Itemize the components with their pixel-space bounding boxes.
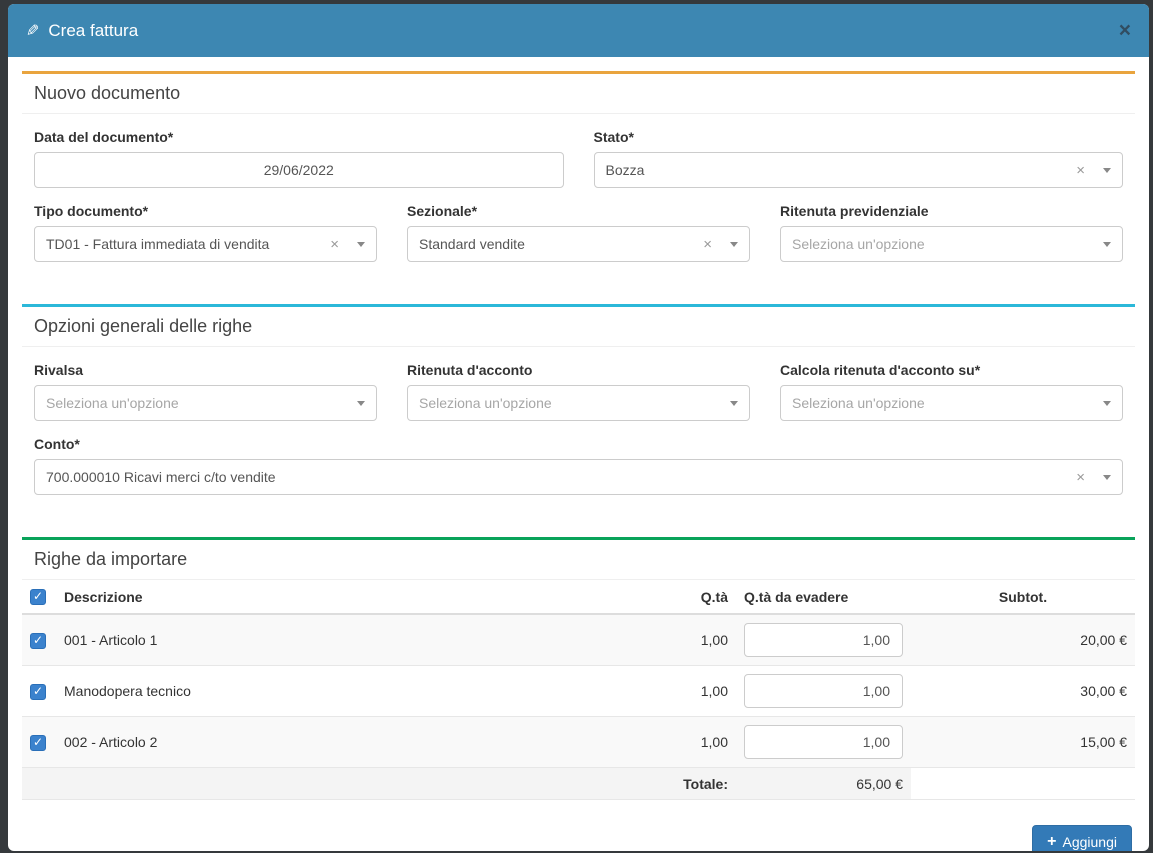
table-row: 001 - Articolo 1 1,00 20,00 €	[22, 614, 1135, 666]
field-rivalsa: Rivalsa Seleziona un'opzione	[34, 362, 377, 421]
conto-select[interactable]: 700.000010 Ricavi merci c/to vendite ×	[34, 459, 1123, 495]
tipo-documento-label: Tipo documento*	[34, 203, 377, 219]
modal-header: ✎ Crea fattura ×	[8, 4, 1149, 57]
clear-icon[interactable]: ×	[1076, 163, 1085, 178]
stato-value: Bozza	[606, 162, 1077, 178]
header-qta: Q.tà	[626, 580, 736, 614]
row-descrizione: 001 - Articolo 1	[56, 614, 626, 666]
ritenuta-previdenziale-label: Ritenuta previdenziale	[780, 203, 1123, 219]
row-descrizione: Manodopera tecnico	[56, 666, 626, 717]
calcola-ritenuta-select[interactable]: Seleziona un'opzione	[780, 385, 1123, 421]
conto-label: Conto*	[34, 436, 1123, 452]
clear-icon[interactable]: ×	[703, 237, 712, 252]
modal-title-text: Crea fattura	[48, 21, 138, 41]
data-documento-input[interactable]	[34, 152, 564, 188]
caret-down-icon[interactable]	[1103, 401, 1111, 406]
sezionale-select[interactable]: Standard vendite ×	[407, 226, 750, 262]
qta-evadere-input[interactable]	[744, 725, 903, 759]
caret-down-icon[interactable]	[1103, 168, 1111, 173]
section-nuovo-documento: Nuovo documento Data del documento* Stat…	[22, 71, 1135, 262]
section-opzioni-generali: Opzioni generali delle righe Rivalsa Sel…	[22, 304, 1135, 495]
clear-icon[interactable]: ×	[1076, 470, 1085, 485]
row-subtot: 15,00 €	[911, 717, 1135, 768]
total-blank-cell	[911, 768, 1135, 800]
rivalsa-select[interactable]: Seleziona un'opzione	[34, 385, 377, 421]
pencil-icon: ✎	[26, 21, 39, 41]
calcola-ritenuta-placeholder: Seleziona un'opzione	[792, 395, 1103, 411]
righe-table: Descrizione Q.tà Q.tà da evadere Subtot.…	[22, 580, 1135, 800]
rivalsa-label: Rivalsa	[34, 362, 377, 378]
section-title-nuovo-documento: Nuovo documento	[22, 74, 1135, 114]
section-title-opzioni-generali: Opzioni generali delle righe	[22, 307, 1135, 347]
field-sezionale: Sezionale* Standard vendite ×	[407, 203, 750, 262]
tipo-documento-select[interactable]: TD01 - Fattura immediata di vendita ×	[34, 226, 377, 262]
caret-down-icon[interactable]	[1103, 242, 1111, 247]
field-stato: Stato* Bozza ×	[594, 129, 1124, 188]
table-row: Manodopera tecnico 1,00 30,00 €	[22, 666, 1135, 717]
crea-fattura-modal: ✎ Crea fattura × Nuovo documento Data de…	[8, 4, 1149, 851]
row-descrizione: 002 - Articolo 2	[56, 717, 626, 768]
data-documento-label: Data del documento*	[34, 129, 564, 145]
field-ritenuta-acconto: Ritenuta d'acconto Seleziona un'opzione	[407, 362, 750, 421]
modal-actions: + Aggiungi	[22, 800, 1135, 851]
header-qta-evadere: Q.tà da evadere	[736, 580, 911, 614]
row-qta: 1,00	[626, 614, 736, 666]
row-checkbox[interactable]	[30, 735, 46, 751]
row-checkbox[interactable]	[30, 684, 46, 700]
select-all-checkbox[interactable]	[30, 589, 46, 605]
field-ritenuta-previdenziale: Ritenuta previdenziale Seleziona un'opzi…	[780, 203, 1123, 262]
clear-icon[interactable]: ×	[330, 237, 339, 252]
total-value: 65,00 €	[736, 768, 911, 800]
field-conto: Conto* 700.000010 Ricavi merci c/to vend…	[34, 436, 1123, 495]
row-qta: 1,00	[626, 717, 736, 768]
field-data-documento: Data del documento*	[34, 129, 564, 188]
sezionale-label: Sezionale*	[407, 203, 750, 219]
row-qta: 1,00	[626, 666, 736, 717]
row-subtot: 30,00 €	[911, 666, 1135, 717]
qta-evadere-input[interactable]	[744, 623, 903, 657]
stato-label: Stato*	[594, 129, 1124, 145]
calcola-ritenuta-label: Calcola ritenuta d'acconto su*	[780, 362, 1123, 378]
total-label: Totale:	[22, 768, 736, 800]
ritenuta-previdenziale-placeholder: Seleziona un'opzione	[792, 236, 1103, 252]
qta-evadere-input[interactable]	[744, 674, 903, 708]
table-header-row: Descrizione Q.tà Q.tà da evadere Subtot.	[22, 580, 1135, 614]
row-subtot: 20,00 €	[911, 614, 1135, 666]
aggiungi-button-label: Aggiungi	[1063, 834, 1118, 850]
plus-icon: +	[1047, 834, 1056, 850]
rivalsa-placeholder: Seleziona un'opzione	[46, 395, 357, 411]
caret-down-icon[interactable]	[730, 242, 738, 247]
section-title-righe-importare: Righe da importare	[22, 540, 1135, 580]
caret-down-icon[interactable]	[730, 401, 738, 406]
stato-select[interactable]: Bozza ×	[594, 152, 1124, 188]
total-row: Totale: 65,00 €	[22, 768, 1135, 800]
ritenuta-acconto-select[interactable]: Seleziona un'opzione	[407, 385, 750, 421]
ritenuta-previdenziale-select[interactable]: Seleziona un'opzione	[780, 226, 1123, 262]
caret-down-icon[interactable]	[357, 242, 365, 247]
close-icon[interactable]: ×	[1119, 20, 1131, 41]
conto-value: 700.000010 Ricavi merci c/to vendite	[46, 469, 1076, 485]
table-row: 002 - Articolo 2 1,00 15,00 €	[22, 717, 1135, 768]
tipo-documento-value: TD01 - Fattura immediata di vendita	[46, 236, 330, 252]
header-subtot: Subtot.	[911, 580, 1135, 614]
row-checkbox[interactable]	[30, 633, 46, 649]
caret-down-icon[interactable]	[1103, 475, 1111, 480]
section-righe-importare: Righe da importare Descrizione Q.tà Q.tà…	[22, 537, 1135, 800]
sezionale-value: Standard vendite	[419, 236, 703, 252]
aggiungi-button[interactable]: + Aggiungi	[1032, 825, 1132, 851]
header-descrizione: Descrizione	[56, 580, 626, 614]
field-tipo-documento: Tipo documento* TD01 - Fattura immediata…	[34, 203, 377, 262]
modal-title: ✎ Crea fattura	[26, 21, 138, 41]
caret-down-icon[interactable]	[357, 401, 365, 406]
field-calcola-ritenuta: Calcola ritenuta d'acconto su* Seleziona…	[780, 362, 1123, 421]
modal-body: Nuovo documento Data del documento* Stat…	[8, 57, 1149, 851]
ritenuta-acconto-label: Ritenuta d'acconto	[407, 362, 750, 378]
ritenuta-acconto-placeholder: Seleziona un'opzione	[419, 395, 730, 411]
